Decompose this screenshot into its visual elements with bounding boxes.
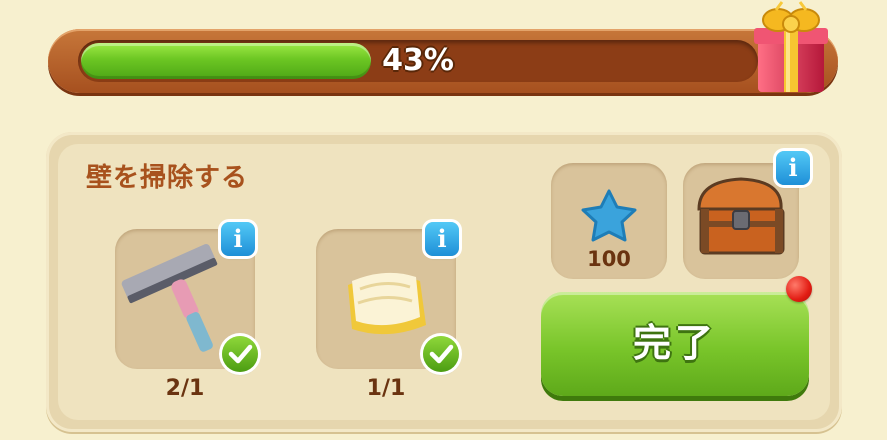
reward-slot-star[interactable]: 100 (551, 163, 667, 279)
cloth-check-icon (423, 336, 459, 372)
complete-button-label: 完了 (632, 323, 717, 365)
cloth-info-icon[interactable]: i (425, 222, 459, 256)
star-reward-amount: 100 (587, 247, 631, 271)
complete-button[interactable]: 完了 (541, 292, 809, 396)
task-title: 壁を掃除する (86, 163, 249, 193)
gift-box-icon[interactable] (748, 0, 832, 96)
chest-info-icon[interactable]: i (776, 151, 810, 185)
progress-percent-label: 43% (382, 43, 454, 78)
squeegee-info-icon[interactable]: i (221, 222, 255, 256)
cloth-count: 1/1 (366, 376, 406, 401)
squeegee-check-icon (222, 336, 258, 372)
notification-dot (786, 276, 812, 302)
squeegee-count: 2/1 (165, 376, 205, 401)
